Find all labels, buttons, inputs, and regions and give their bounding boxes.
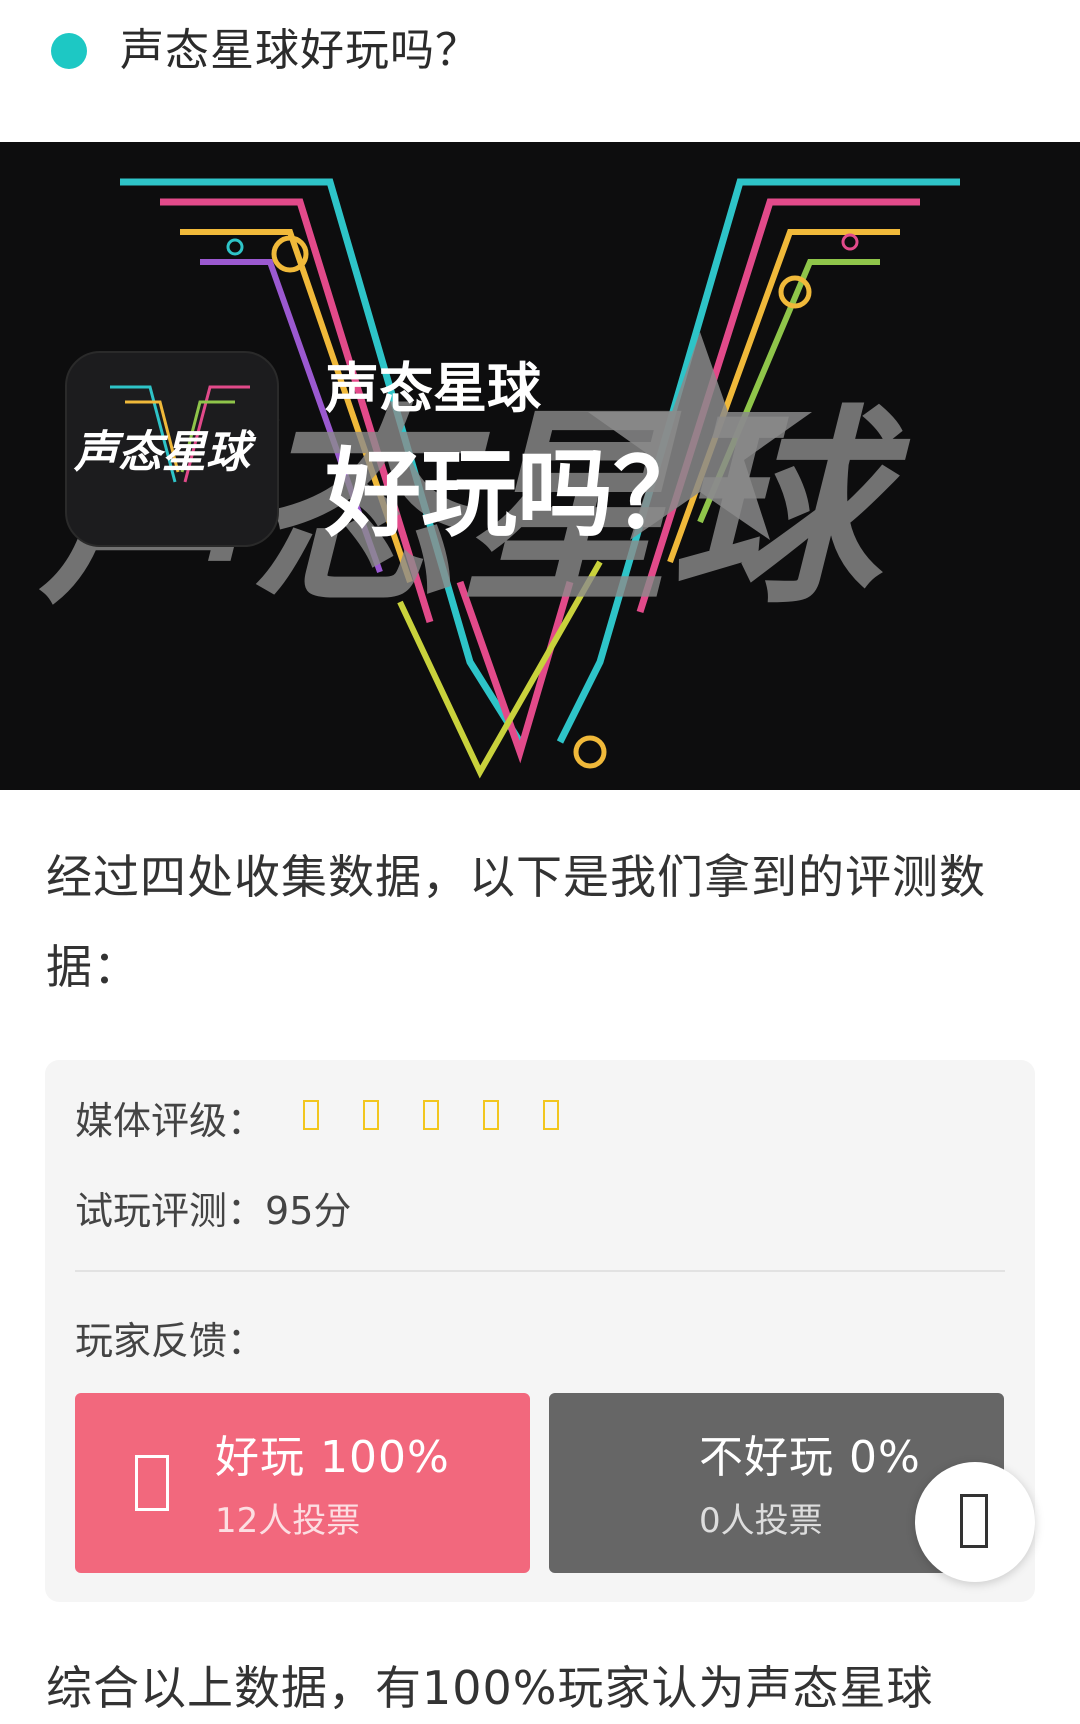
conclusion-paragraph: 综合以上数据，有100%玩家认为声态星球	[46, 1661, 934, 1715]
vote-bad-count: 0人投票	[699, 1501, 823, 1541]
game-banner-image: 声态星球 声态星球 声态星球 好玩吗？	[0, 142, 1080, 790]
banner-line-1: 声态星球	[325, 357, 542, 420]
vote-good-label: 好玩 100%	[215, 1432, 450, 1483]
media-rating-label: 媒体评级：	[75, 1099, 266, 1143]
star-icon	[303, 1100, 319, 1130]
thumbs-up-icon	[135, 1455, 169, 1511]
trial-review-score: 95分	[265, 1189, 352, 1233]
trial-review-row: 试玩评测：95分	[75, 1180, 351, 1235]
banner-line-2: 好玩吗？	[324, 438, 709, 550]
vote-bad-label: 不好玩 0%	[699, 1432, 921, 1483]
rating-card: 媒体评级： 试玩评测：95分 玩家反馈： 好玩 100% 12人投票 不好玩 0…	[45, 1060, 1035, 1602]
action-icon	[960, 1494, 988, 1548]
star-icon	[423, 1100, 439, 1130]
section-title: 声态星球好玩吗？	[120, 25, 480, 76]
vote-good-count: 12人投票	[215, 1501, 361, 1541]
article-section-header: 声态星球好玩吗？	[0, 0, 1080, 142]
banner-artwork: 声态星球 声态星球 声态星球 好玩吗？	[0, 142, 1080, 790]
app-icon-text: 声态星球	[73, 427, 257, 478]
star-icon	[483, 1100, 499, 1130]
floating-action-button[interactable]	[915, 1462, 1035, 1582]
intro-paragraph: 经过四处收集数据，以下是我们拿到的评测数据：	[46, 850, 986, 994]
player-feedback-label: 玩家反馈：	[75, 1319, 266, 1363]
section-bullet-dot	[51, 33, 87, 69]
vote-good-button[interactable]: 好玩 100% 12人投票	[75, 1393, 530, 1573]
divider	[75, 1270, 1005, 1272]
star-icon	[363, 1100, 379, 1130]
star-icon	[543, 1100, 559, 1130]
trial-review-label: 试玩评测：	[75, 1189, 266, 1233]
